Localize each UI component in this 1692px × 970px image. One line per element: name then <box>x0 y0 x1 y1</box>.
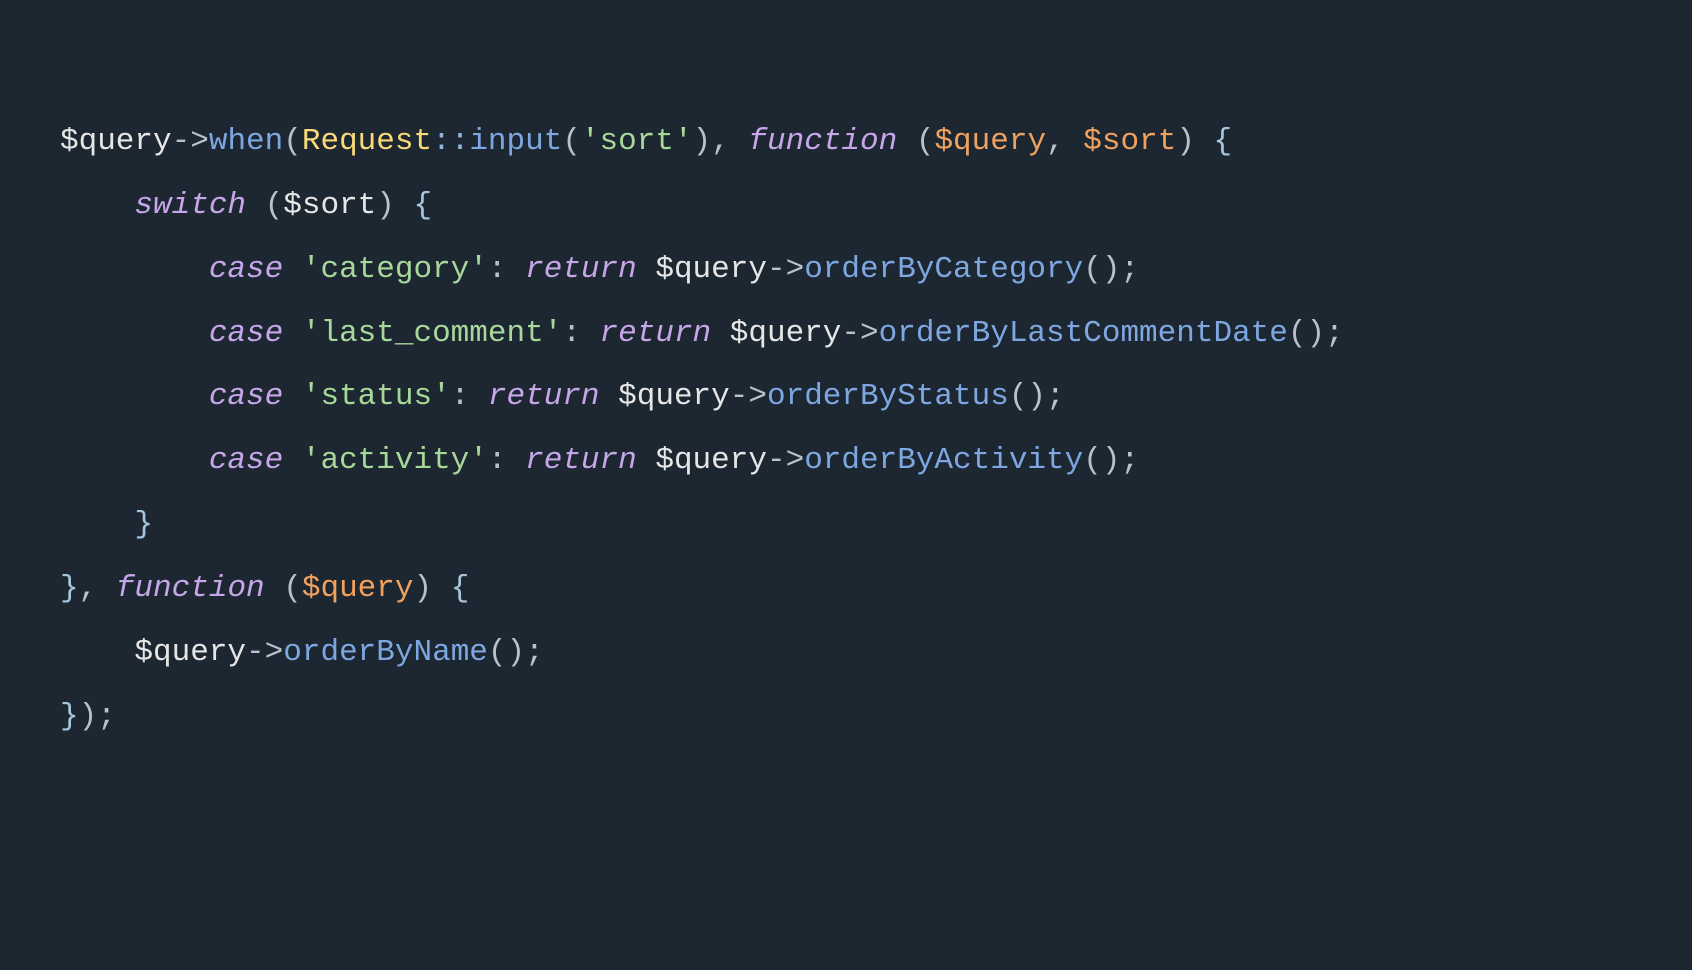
code-line: } <box>60 507 153 542</box>
arrow-op: -> <box>730 379 767 414</box>
space <box>283 443 302 478</box>
paren-close: ) <box>376 188 395 223</box>
keyword-case: case <box>209 443 283 478</box>
method-call: orderByCategory <box>804 252 1083 287</box>
code-line: case 'last_comment': return $query->orde… <box>60 316 1344 351</box>
method-call: orderByLastCommentDate <box>879 316 1288 351</box>
colon: : <box>451 379 488 414</box>
indent <box>60 188 134 223</box>
call-end: (); <box>1083 252 1139 287</box>
keyword-return: return <box>600 316 712 351</box>
var-query: $query <box>655 252 767 287</box>
space <box>600 379 619 414</box>
code-line: $query->orderByName(); <box>60 635 544 670</box>
keyword-return: return <box>525 443 637 478</box>
string-sort: 'sort' <box>581 124 693 159</box>
arrow-op: -> <box>767 252 804 287</box>
method-when: when <box>209 124 283 159</box>
code-line: case 'status': return $query->orderBySta… <box>60 379 1065 414</box>
string-literal: 'activity' <box>302 443 488 478</box>
comma: , <box>711 124 748 159</box>
brace-close: } <box>134 507 153 542</box>
indent <box>60 443 209 478</box>
var-query: $query <box>618 379 730 414</box>
call-end: (); <box>488 635 544 670</box>
string-literal: 'category' <box>302 252 488 287</box>
paren-open: ( <box>246 188 283 223</box>
colon: : <box>488 252 525 287</box>
brace-close: } <box>60 571 79 606</box>
string-literal: 'status' <box>302 379 451 414</box>
call-end: (); <box>1288 316 1344 351</box>
arrow-op: -> <box>767 443 804 478</box>
keyword-function: function <box>116 571 265 606</box>
scope-op: :: <box>432 124 469 159</box>
code-block: $query->when(Request::input('sort'), fun… <box>0 0 1692 749</box>
code-line: }, function ($query) { <box>60 571 469 606</box>
code-line: switch ($sort) { <box>60 188 432 223</box>
var-query-hl: $query <box>934 124 1046 159</box>
brace-close: } <box>60 699 79 734</box>
paren-close: ) <box>414 571 433 606</box>
keyword-case: case <box>209 316 283 351</box>
paren-close: ) <box>1176 124 1195 159</box>
indent <box>60 635 134 670</box>
space <box>637 252 656 287</box>
call-end: (); <box>1083 443 1139 478</box>
paren-close: ) <box>693 124 712 159</box>
method-call: orderByActivity <box>804 443 1083 478</box>
paren-open: ( <box>265 571 302 606</box>
brace-open: { <box>432 571 469 606</box>
paren-open: ( <box>562 124 581 159</box>
space <box>283 252 302 287</box>
keyword-case: case <box>209 252 283 287</box>
var-sort: $sort <box>283 188 376 223</box>
var-query: $query <box>730 316 842 351</box>
indent <box>60 252 209 287</box>
call-end: (); <box>1009 379 1065 414</box>
brace-open: { <box>1195 124 1232 159</box>
brace-open: { <box>395 188 432 223</box>
space <box>283 379 302 414</box>
space <box>283 316 302 351</box>
method-input: input <box>469 124 562 159</box>
arrow-op: -> <box>246 635 283 670</box>
space <box>711 316 730 351</box>
comma: , <box>79 571 116 606</box>
comma: , <box>1046 124 1083 159</box>
string-literal: 'last_comment' <box>302 316 562 351</box>
var-query: $query <box>60 124 172 159</box>
method-call: orderByStatus <box>767 379 1009 414</box>
var-query: $query <box>134 635 246 670</box>
colon: : <box>562 316 599 351</box>
indent <box>60 379 209 414</box>
close-sem: ); <box>79 699 116 734</box>
var-sort-hl: $sort <box>1083 124 1176 159</box>
keyword-return: return <box>525 252 637 287</box>
arrow-op: -> <box>841 316 878 351</box>
keyword-switch: switch <box>134 188 246 223</box>
method-call: orderByName <box>283 635 488 670</box>
var-query-hl: $query <box>302 571 414 606</box>
code-line: case 'activity': return $query->orderByA… <box>60 443 1139 478</box>
indent <box>60 507 134 542</box>
arrow-op: -> <box>172 124 209 159</box>
paren-open: ( <box>897 124 934 159</box>
indent <box>60 316 209 351</box>
space <box>637 443 656 478</box>
var-query: $query <box>655 443 767 478</box>
code-line: $query->when(Request::input('sort'), fun… <box>60 124 1232 159</box>
class-request: Request <box>302 124 432 159</box>
code-line: }); <box>60 699 116 734</box>
keyword-return: return <box>488 379 600 414</box>
keyword-case: case <box>209 379 283 414</box>
colon: : <box>488 443 525 478</box>
keyword-function: function <box>748 124 897 159</box>
paren-open: ( <box>283 124 302 159</box>
code-line: case 'category': return $query->orderByC… <box>60 252 1139 287</box>
